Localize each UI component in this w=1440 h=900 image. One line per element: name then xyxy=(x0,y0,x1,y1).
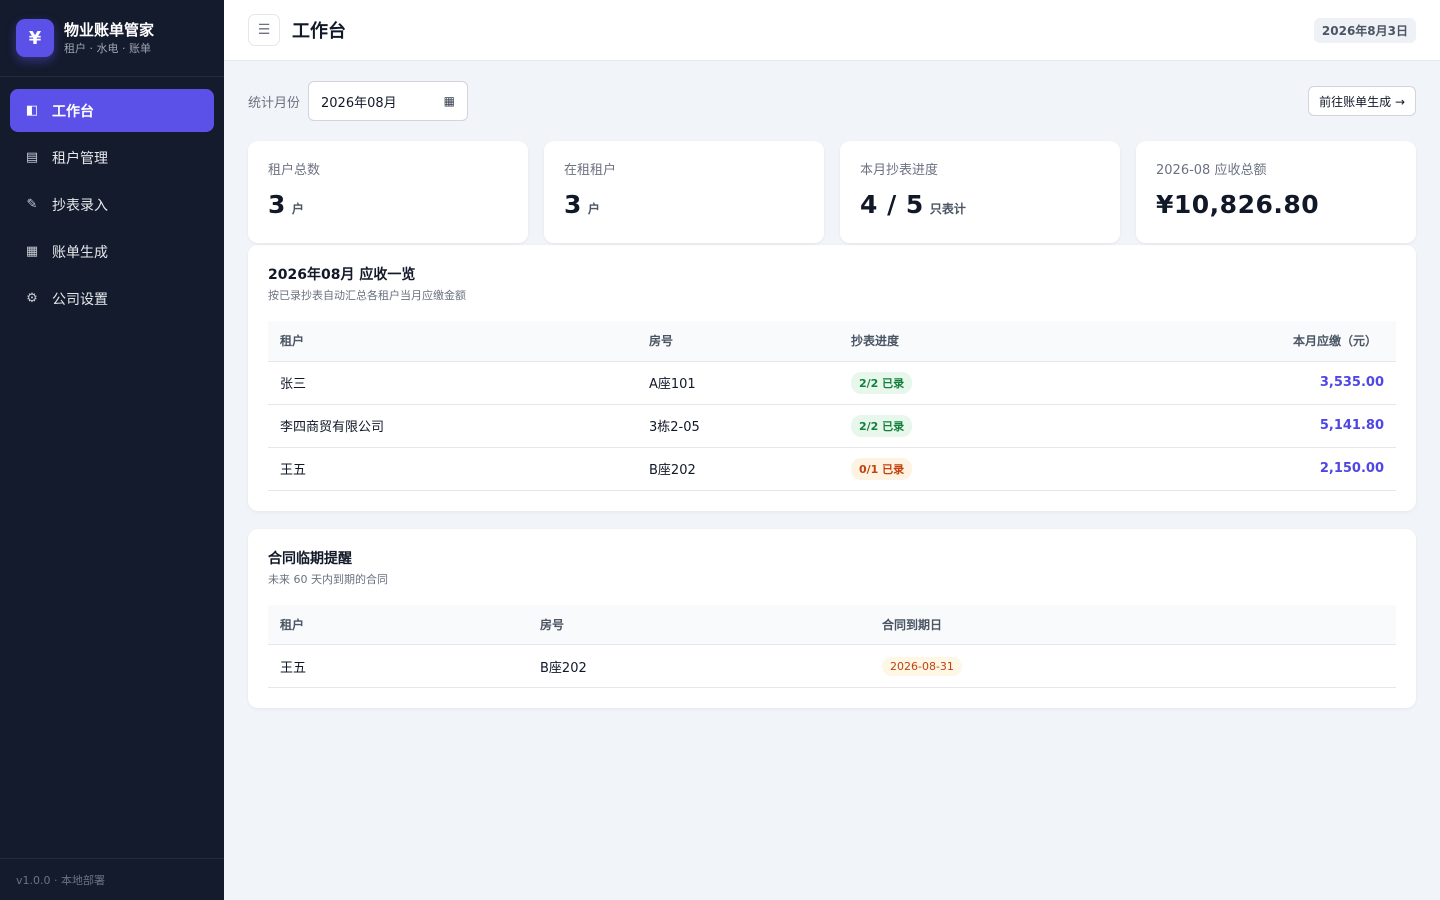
main-content: 统计月份 2026年08月 ▦ 前往账单生成 → 租户总数 3户 在租租户 3户… xyxy=(248,61,1416,708)
app-subtitle: 租户 · 水电 · 账单 xyxy=(64,41,151,55)
stat-unit: 户 xyxy=(291,202,304,216)
progress-cell: 0/1 已录 xyxy=(839,447,1039,491)
status-badge: 2/2 已录 xyxy=(851,414,913,437)
table-row[interactable]: 王五 B座202 2026-08-31 xyxy=(268,644,1396,688)
amount-cell: 3,535.00 xyxy=(1039,361,1396,405)
goto-billing-button[interactable]: 前往账单生成 → xyxy=(1308,86,1416,116)
month-value: 2026年08月 xyxy=(321,95,397,111)
status-badge: 0/1 已录 xyxy=(851,457,913,480)
stat-unit: 户 xyxy=(587,202,600,216)
stat-card-total-tenants: 租户总数 3户 xyxy=(248,141,528,243)
contracts-table: 租户 房号 合同到期日 王五 B座202 2026-08-31 xyxy=(268,604,1396,688)
stat-number: 3 xyxy=(268,190,286,219)
receivables-title: 2026年08月 应收一览 xyxy=(268,267,416,283)
sidebar-item-label: 租户管理 xyxy=(52,150,108,167)
date-badge: 2026年8月3日 xyxy=(1313,17,1416,43)
sidebar-item-label: 工作台 xyxy=(52,103,94,120)
due-date-cell: 2026-08-31 xyxy=(870,644,1396,688)
column-header-due-date: 合同到期日 xyxy=(870,604,1396,645)
progress-cell: 2/2 已录 xyxy=(839,361,1039,405)
contracts-subtitle: 未来 60 天内到期的合同 xyxy=(268,572,388,586)
table-header-row: 租户 房号 合同到期日 xyxy=(268,604,1396,645)
brand: ¥ 物业账单管家 租户 · 水电 · 账单 xyxy=(0,0,224,77)
stat-card-reading-progress: 本月抄表进度 4 / 5 只表计 xyxy=(840,141,1120,243)
hamburger-icon: ☰ xyxy=(257,22,271,38)
table-row[interactable]: 李四商贸有限公司 3栋2-05 2/2 已录 5,141.80 xyxy=(268,404,1396,448)
list-icon: ▤ xyxy=(25,150,39,165)
column-header-amount: 本月应缴（元） xyxy=(1039,321,1396,362)
stats-row: 租户总数 3户 在租租户 3户 本月抄表进度 4 / 5 只表计 2026-08 … xyxy=(248,141,1416,243)
column-header-progress: 抄表进度 xyxy=(839,321,1039,362)
grid-icon: ▦ xyxy=(25,244,39,259)
room-cell: 3栋2-05 xyxy=(637,404,839,448)
tenant-cell: 王五 xyxy=(268,644,528,688)
stat-value: 4 / 5 只表计 xyxy=(860,190,1100,219)
contracts-title: 合同临期提醒 xyxy=(268,550,352,567)
month-picker[interactable]: 2026年08月 ▦ xyxy=(308,81,469,121)
tenant-cell: 王五 xyxy=(268,447,637,491)
table-row[interactable]: 王五 B座202 0/1 已录 2,150.00 xyxy=(268,447,1396,491)
sidebar-item-settings[interactable]: ⚙ 公司设置 xyxy=(10,277,214,320)
top-bar: ☰ 工作台 2026年8月3日 xyxy=(224,0,1440,61)
room-cell: B座202 xyxy=(637,447,839,491)
column-header-tenant: 租户 xyxy=(268,321,637,362)
gear-icon: ⚙ xyxy=(26,291,38,306)
stat-unit: 只表计 xyxy=(929,202,966,216)
dashboard-icon: ◧ xyxy=(25,103,39,118)
amount-cell: 2,150.00 xyxy=(1039,447,1396,491)
status-badge: 2/2 已录 xyxy=(851,371,913,394)
sidebar-item-label: 抄表录入 xyxy=(52,197,108,214)
sidebar-item-label: 账单生成 xyxy=(52,244,108,261)
contract-reminder-card: 合同临期提醒 未来 60 天内到期的合同 租户 房号 合同到期日 王五 B座20… xyxy=(248,528,1416,708)
progress-cell: 2/2 已录 xyxy=(839,404,1039,448)
yen-logo-icon: ¥ xyxy=(16,19,54,57)
sidebar: ¥ 物业账单管家 租户 · 水电 · 账单 ◧ 工作台 ▤ 租户管理 ✎ 抄表录… xyxy=(0,0,224,900)
sidebar-nav: ◧ 工作台 ▤ 租户管理 ✎ 抄表录入 ▦ 账单生成 ⚙ 公司设置 xyxy=(0,77,224,336)
sidebar-item-label: 公司设置 xyxy=(52,291,108,308)
stat-value: 3户 xyxy=(564,190,804,219)
version-label: v1.0.0 · 本地部署 xyxy=(0,858,224,900)
month-label: 统计月份 xyxy=(248,95,301,111)
sidebar-item-billing[interactable]: ▦ 账单生成 xyxy=(10,230,214,273)
stat-value: 3户 xyxy=(268,190,508,219)
tenant-cell: 李四商贸有限公司 xyxy=(268,404,637,448)
amount-cell: 5,141.80 xyxy=(1039,404,1396,448)
stat-number: 3 xyxy=(564,190,582,219)
menu-toggle-button[interactable]: ☰ xyxy=(248,14,280,46)
table-header-row: 租户 房号 抄表进度 本月应缴（元） xyxy=(268,321,1396,362)
stat-number: 4 / 5 xyxy=(860,190,924,219)
stat-card-active-tenants: 在租租户 3户 xyxy=(544,141,824,243)
column-header-room: 房号 xyxy=(637,321,839,362)
toolbar: 统计月份 2026年08月 ▦ 前往账单生成 → xyxy=(248,61,1416,141)
column-header-tenant: 租户 xyxy=(268,604,528,645)
tenant-cell: 张三 xyxy=(268,361,637,405)
column-header-room: 房号 xyxy=(528,604,870,645)
calendar-icon: ▦ xyxy=(443,94,456,108)
table-row[interactable]: 张三 A座101 2/2 已录 3,535.00 xyxy=(268,361,1396,405)
page-title: 工作台 xyxy=(292,21,346,42)
stat-number: ¥10,826.80 xyxy=(1156,190,1320,219)
sidebar-item-tenants[interactable]: ▤ 租户管理 xyxy=(10,136,214,179)
room-cell: A座101 xyxy=(637,361,839,405)
stat-label: 2026-08 应收总额 xyxy=(1156,163,1267,178)
receivables-card: 2026年08月 应收一览 按已录抄表自动汇总各租户当月应缴金额 租户 房号 抄… xyxy=(248,245,1416,511)
stat-label: 租户总数 xyxy=(268,163,321,178)
sidebar-item-meter-reading[interactable]: ✎ 抄表录入 xyxy=(10,183,214,226)
stat-label: 在租租户 xyxy=(564,163,617,178)
sidebar-item-dashboard[interactable]: ◧ 工作台 xyxy=(10,89,214,132)
stat-card-total-receivable: 2026-08 应收总额 ¥10,826.80 xyxy=(1136,141,1416,243)
app-title: 物业账单管家 xyxy=(64,20,155,39)
room-cell: B座202 xyxy=(528,644,870,688)
stat-label: 本月抄表进度 xyxy=(860,163,939,178)
receivables-table: 租户 房号 抄表进度 本月应缴（元） 张三 A座101 2/2 已录 3,535… xyxy=(268,321,1396,491)
receivables-subtitle: 按已录抄表自动汇总各租户当月应缴金额 xyxy=(268,289,466,302)
stat-value: ¥10,826.80 xyxy=(1156,190,1396,219)
due-date-badge: 2026-08-31 xyxy=(882,656,962,676)
pencil-icon: ✎ xyxy=(26,197,38,212)
